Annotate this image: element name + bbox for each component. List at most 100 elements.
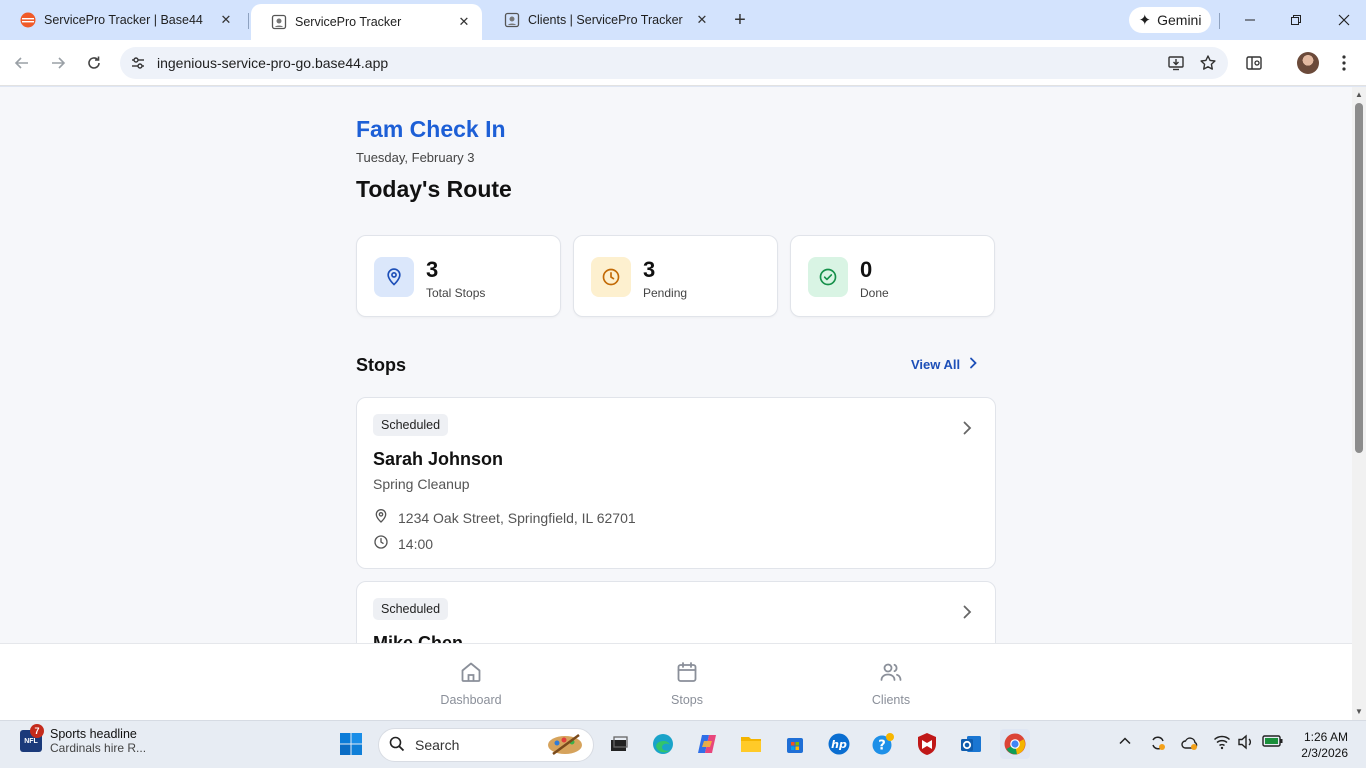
copilot-icon[interactable] — [692, 729, 722, 759]
new-tab-icon[interactable]: + — [729, 9, 751, 31]
status-badge: Scheduled — [373, 598, 449, 620]
close-tab-icon[interactable]: ✕ — [216, 10, 236, 30]
stat-card-total-stops: 3 Total Stops — [356, 235, 561, 317]
profile-avatar[interactable] — [1297, 52, 1319, 74]
tab-strip: ServicePro Tracker | Base44 ✕ ServicePro… — [0, 0, 1366, 40]
page-title: Today's Route — [356, 176, 512, 202]
bottom-navigation: Dashboard Stops Clients — [0, 643, 1352, 720]
back-arrow-icon[interactable] — [9, 50, 35, 76]
search-placeholder: Search — [415, 737, 460, 753]
gemini-label: Gemini — [1157, 12, 1202, 28]
bookmark-star-icon[interactable] — [1196, 51, 1220, 75]
view-all-label: View All — [911, 357, 961, 372]
address-bar[interactable]: ingenious-service-pro-go.base44.app — [120, 47, 1228, 79]
tab-clients[interactable]: Clients | ServicePro Tracker ✕ — [484, 0, 720, 40]
help-icon[interactable]: ? — [868, 729, 898, 759]
windows-start-icon[interactable] — [336, 729, 366, 759]
chevron-up-icon[interactable] — [1118, 734, 1132, 751]
windows-taskbar: NFL 7 Sports headline Cardinals hire R..… — [0, 720, 1366, 768]
scrollbar-thumb[interactable] — [1355, 103, 1363, 453]
stat-card-done: 0 Done — [790, 235, 995, 317]
close-tab-icon[interactable]: ✕ — [692, 10, 712, 30]
task-view-icon[interactable] — [604, 729, 634, 759]
clock-time: 1:26 AM — [1303, 730, 1348, 744]
site-settings-icon[interactable] — [129, 54, 147, 72]
system-clock[interactable]: 1:26 AM 2/3/2026 — [1296, 729, 1348, 761]
chrome-icon[interactable] — [1000, 729, 1030, 759]
stop-card[interactable]: Scheduled Sarah Johnson Spring Cleanup 1… — [356, 397, 996, 569]
client-name: Mike Chen — [373, 633, 464, 643]
file-explorer-icon[interactable] — [736, 729, 766, 759]
news-subtitle: Cardinals hire R... — [50, 741, 147, 755]
chevron-right-icon — [968, 357, 978, 372]
client-name: Sarah Johnson — [373, 449, 504, 469]
forward-arrow-icon[interactable] — [45, 50, 71, 76]
app-brand-title[interactable]: Fam Check In — [356, 116, 506, 143]
stop-card[interactable]: Scheduled Mike Chen — [356, 581, 996, 643]
clock-date: 2/3/2026 — [1301, 746, 1348, 760]
page-scrollbar[interactable]: ▲ ▼ — [1352, 87, 1366, 720]
search-icon — [389, 736, 405, 755]
close-window-icon[interactable] — [1332, 8, 1356, 32]
stat-label: Total Stops — [426, 286, 486, 300]
users-icon — [879, 660, 903, 687]
map-pin-icon — [373, 508, 389, 527]
install-app-icon[interactable] — [1164, 51, 1188, 75]
stop-time-row: 14:00 — [373, 534, 433, 553]
section-title-stops: Stops — [356, 355, 407, 375]
nav-clients[interactable]: Clients — [846, 660, 936, 707]
reload-icon[interactable] — [81, 50, 107, 76]
tab-servicepro-tracker[interactable]: ServicePro Tracker ✕ — [251, 4, 482, 40]
page-viewport: Fam Check In Tuesday, February 3 Today's… — [0, 87, 1352, 643]
chevron-right-icon — [961, 604, 973, 625]
news-title: Sports headline — [50, 727, 137, 741]
scroll-down-icon[interactable]: ▼ — [1355, 707, 1363, 716]
stop-address-row: 1234 Oak Street, Springfield, IL 62701 — [373, 508, 636, 527]
base44-favicon-icon — [20, 12, 36, 28]
nav-stops[interactable]: Stops — [642, 660, 732, 707]
tab-separator — [248, 13, 249, 29]
nav-dashboard[interactable]: Dashboard — [426, 660, 516, 707]
nav-label: Clients — [871, 693, 911, 707]
tab-servicepro-base44[interactable]: ServicePro Tracker | Base44 ✕ — [0, 0, 244, 40]
view-all-link[interactable]: View All — [911, 357, 978, 372]
tab-separator — [1219, 13, 1220, 29]
stop-time: 14:00 — [398, 535, 434, 552]
outlook-icon[interactable] — [956, 729, 986, 759]
minimize-icon[interactable] — [1238, 8, 1262, 32]
svg-text:hp: hp — [831, 738, 847, 751]
sync-icon[interactable] — [1149, 734, 1167, 755]
taskbar-search[interactable]: Search — [378, 728, 594, 762]
side-panel-search-icon[interactable] — [1241, 50, 1267, 76]
close-tab-icon[interactable]: ✕ — [454, 12, 474, 32]
wifi-icon[interactable] — [1213, 734, 1231, 753]
clock-icon — [373, 534, 389, 553]
tab-title: Clients | ServicePro Tracker — [528, 13, 683, 27]
scroll-up-icon[interactable]: ▲ — [1355, 90, 1363, 99]
cloud-warning-icon[interactable] — [1181, 734, 1199, 755]
mcafee-icon[interactable] — [912, 729, 942, 759]
stat-label: Pending — [643, 286, 688, 300]
stat-value: 3 — [643, 257, 656, 282]
gemini-button[interactable]: ✦ Gemini — [1129, 7, 1211, 33]
status-badge: Scheduled — [373, 414, 449, 436]
volume-icon[interactable] — [1237, 734, 1255, 753]
microsoft-store-icon[interactable] — [780, 729, 810, 759]
edge-icon[interactable] — [648, 729, 678, 759]
menu-kebab-icon[interactable] — [1331, 50, 1357, 76]
stat-value: 3 — [426, 257, 439, 282]
nav-label: Stops — [671, 693, 703, 707]
home-icon — [459, 660, 483, 687]
tab-title: ServicePro Tracker | Base44 — [44, 13, 203, 27]
restore-icon[interactable] — [1284, 8, 1308, 32]
hp-icon[interactable]: hp — [824, 729, 854, 759]
clock-icon — [591, 257, 631, 297]
nav-label: Dashboard — [440, 693, 502, 707]
current-date: Tuesday, February 3 — [356, 150, 475, 165]
stat-card-pending: 3 Pending — [573, 235, 778, 317]
news-widget[interactable]: NFL 7 Sports headline Cardinals hire R..… — [20, 724, 147, 755]
page-favicon-icon — [271, 14, 287, 30]
paint-palette-icon — [545, 732, 585, 759]
gemini-sparkle-icon: ✦ — [1138, 12, 1152, 29]
battery-icon[interactable] — [1262, 734, 1284, 751]
